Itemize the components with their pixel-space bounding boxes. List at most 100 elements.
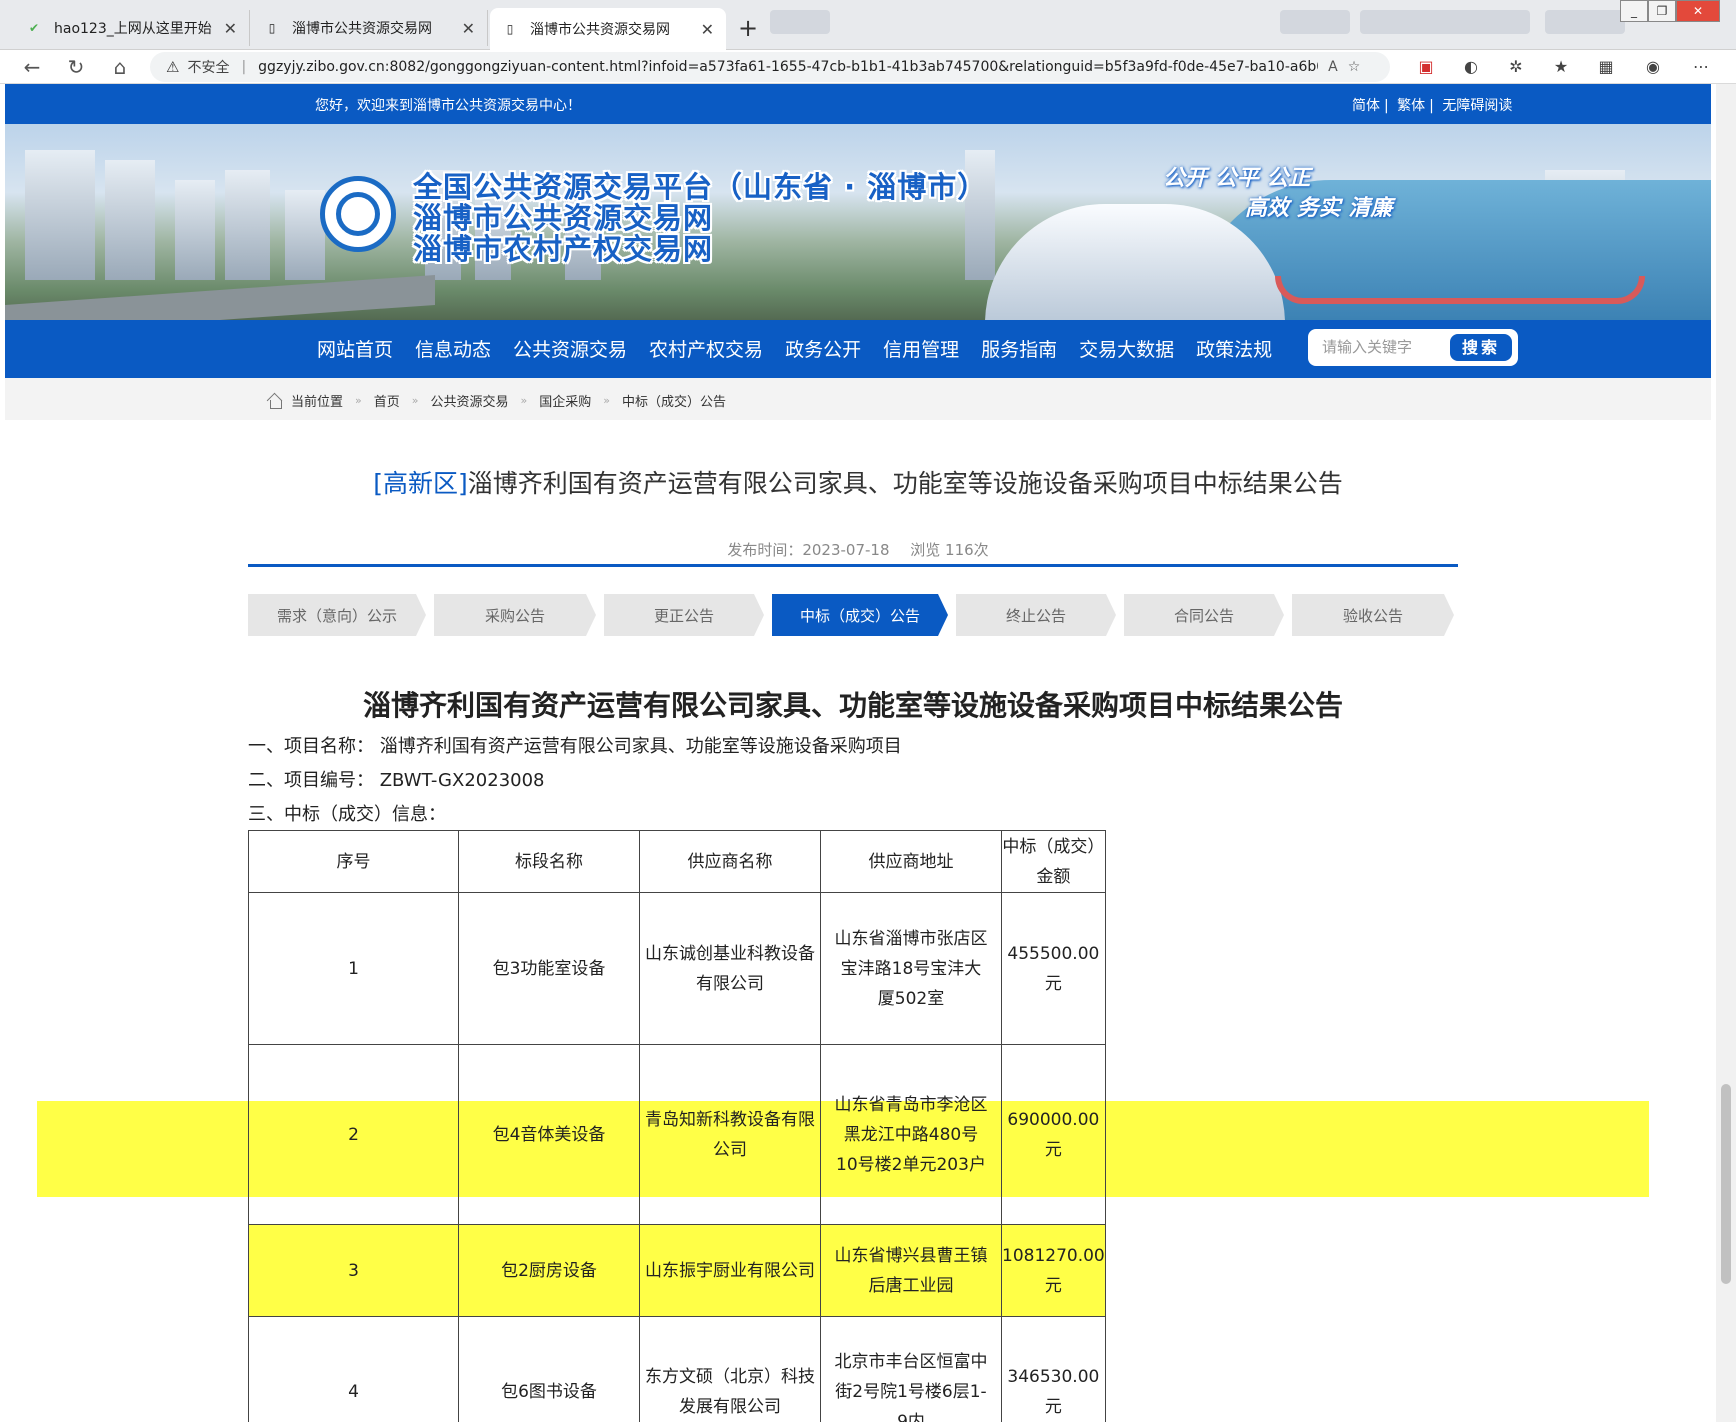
favorite-icon[interactable]: ☆: [1348, 59, 1361, 75]
accessibility-link[interactable]: 无障碍阅读: [1442, 98, 1512, 114]
cell-supplier: 青岛知新科教设备有限公司: [639, 1044, 821, 1225]
warning-icon: ⚠: [166, 58, 180, 76]
breadcrumb-public-resource[interactable]: 公共资源交易: [431, 391, 509, 410]
table-row: 4 包6图书设备 东方文硕（北京）科技发展有限公司 北京市丰台区恒富中街2号院1…: [248, 1316, 1106, 1422]
window-controls: _ ❐ ✕: [1620, 0, 1720, 22]
site-title-2: 淄博市公共资源交易网: [413, 201, 714, 235]
maximize-button[interactable]: ❐: [1648, 0, 1676, 22]
home-icon[interactable]: ⌂: [106, 54, 134, 80]
col-header-no: 序号: [248, 830, 459, 893]
close-icon[interactable]: ✕: [462, 19, 475, 38]
step-correction-notice[interactable]: 更正公告: [604, 594, 764, 636]
scrollbar-thumb[interactable]: [1721, 1084, 1731, 1284]
banner-building: [225, 170, 270, 280]
site-logo-icon[interactable]: [320, 176, 396, 252]
cell-address: 北京市丰台区恒富中街2号院1号楼6层1-9内: [820, 1316, 1002, 1422]
close-window-button[interactable]: ✕: [1676, 0, 1720, 22]
search-input[interactable]: [1322, 335, 1432, 359]
breadcrumb-soe-procurement[interactable]: 国企采购: [539, 391, 591, 410]
url-box[interactable]: ⚠ 不安全 | ggzyjy.zibo.gov.cn:8082/gonggong…: [150, 52, 1390, 82]
cell-no: 1: [248, 892, 459, 1045]
site-titles: 全国公共资源交易平台（山东省 · 淄博市） 淄博市公共资源交易网 淄博市农村产权…: [413, 172, 987, 265]
nav-policy[interactable]: 政策法规: [1196, 335, 1272, 362]
chevron-icon: »: [411, 394, 419, 407]
page-title-text: 淄博齐利国有资产运营有限公司家具、功能室等设施设备采购项目中标结果公告: [467, 469, 1343, 498]
nav-gov-affairs[interactable]: 政务公开: [785, 335, 861, 362]
step-demand-notice[interactable]: 需求（意向）公示: [248, 594, 426, 636]
step-award-notice[interactable]: 中标（成交）公告: [772, 594, 948, 636]
cell-address: 山东省博兴县曹王镇后唐工业园: [820, 1224, 1002, 1317]
extension-icon[interactable]: ◐: [1460, 56, 1482, 78]
blurred-area: [1280, 10, 1350, 34]
pdf-icon[interactable]: ▣: [1415, 56, 1437, 78]
cell-amount: 690000.00元: [1001, 1044, 1106, 1225]
col-header-address: 供应商地址: [820, 830, 1002, 893]
collections-icon[interactable]: ▦: [1595, 56, 1617, 78]
nav-public-resource[interactable]: 公共资源交易: [513, 335, 627, 362]
lang-traditional-link[interactable]: 繁体: [1397, 98, 1425, 114]
nav-rural-property[interactable]: 农村产权交易: [649, 335, 763, 362]
nav-home[interactable]: 网站首页: [317, 335, 393, 362]
cell-amount: 346530.00元: [1001, 1316, 1106, 1422]
address-bar-row: ← ↻ ⌂ ⚠ 不安全 | ggzyjy.zibo.gov.cn:8082/go…: [0, 50, 1736, 84]
award-info-heading: 三、中标（成交）信息：: [248, 804, 446, 825]
favorites-icon[interactable]: ★: [1550, 56, 1572, 78]
step-acceptance-notice[interactable]: 验收公告: [1292, 594, 1454, 636]
step-contract-notice[interactable]: 合同公告: [1124, 594, 1284, 636]
cell-lot: 包6图书设备: [458, 1316, 640, 1422]
breadcrumb-home[interactable]: 首页: [374, 391, 400, 410]
cell-supplier: 东方文硕（北京）科技发展有限公司: [639, 1316, 821, 1422]
banner-building: [175, 180, 215, 280]
site-title-3: 淄博市农村产权交易网: [413, 232, 714, 266]
browser-tab-2[interactable]: ▯ 淄博市公共资源交易网 ✕: [252, 10, 488, 46]
nav-service-guide[interactable]: 服务指南: [981, 335, 1057, 362]
tab-label: 淄博市公共资源交易网: [530, 22, 670, 38]
page-icon: ▯: [268, 21, 276, 35]
browser-tab-3-active[interactable]: ▯ 淄博市公共资源交易网 ✕: [490, 8, 726, 50]
avatar[interactable]: ◉: [1642, 56, 1664, 78]
document-meta: 发布时间：2023-07-18 浏览 116次: [5, 539, 1711, 560]
region-tag: [高新区]: [373, 469, 468, 498]
refresh-icon[interactable]: ↻: [62, 54, 90, 80]
minimize-button[interactable]: _: [1620, 0, 1648, 22]
search-button[interactable]: 搜索: [1450, 334, 1512, 361]
home-icon: [267, 393, 285, 409]
cell-lot: 包3功能室设备: [458, 892, 640, 1045]
cell-lot: 包2厨房设备: [458, 1224, 640, 1317]
table-header-row: 序号 标段名称 供应商名称 供应商地址 中标（成交）金额: [248, 830, 1106, 893]
top-strip: 您好，欢迎来到淄博市公共资源交易中心！ 简体 | 繁体 | 无障碍阅读: [5, 84, 1711, 124]
cell-no: 4: [248, 1316, 459, 1422]
chevron-icon: »: [520, 394, 528, 407]
step-termination-notice[interactable]: 终止公告: [956, 594, 1116, 636]
banner-road: [5, 274, 435, 320]
read-aloud-icon[interactable]: A: [1328, 59, 1338, 75]
nav-news[interactable]: 信息动态: [415, 335, 491, 362]
more-icon[interactable]: ⋯: [1690, 56, 1712, 78]
table-row: 2 包4音体美设备 青岛知新科教设备有限公司 山东省青岛市李沧区黑龙江中路480…: [248, 1044, 1106, 1225]
close-icon[interactable]: ✕: [701, 20, 714, 39]
breadcrumb-label: 当前位置: [291, 395, 344, 410]
page-scrollbar[interactable]: [1716, 84, 1736, 1422]
close-icon[interactable]: ✕: [224, 19, 237, 38]
new-tab-button[interactable]: +: [733, 14, 763, 44]
step-procurement-notice[interactable]: 采购公告: [434, 594, 596, 636]
banner-slogan-1: 公开 公平 公正: [1163, 166, 1311, 191]
browser-tab-1[interactable]: ✔ hao123_上网从这里开始 ✕: [14, 10, 250, 46]
site-title-1: 全国公共资源交易平台（山东省 · 淄博市）: [413, 170, 988, 204]
cell-supplier: 山东振宇厨业有限公司: [639, 1224, 821, 1317]
lang-simplified-link[interactable]: 简体: [1352, 98, 1380, 114]
puzzle-icon[interactable]: ✲: [1505, 56, 1527, 78]
breadcrumb-award-notice[interactable]: 中标（成交）公告: [622, 391, 726, 410]
site-banner: 全国公共资源交易平台（山东省 · 淄博市） 淄博市公共资源交易网 淄博市农村产权…: [5, 124, 1711, 320]
col-header-lot: 标段名称: [458, 830, 640, 893]
cell-address: 山东省淄博市张店区宝沣路18号宝沣大厦502室: [820, 892, 1002, 1045]
nav-credit[interactable]: 信用管理: [883, 335, 959, 362]
view-count: 浏览 116次: [910, 541, 989, 559]
nav-big-data[interactable]: 交易大数据: [1079, 335, 1174, 362]
url-text[interactable]: ggzyjy.zibo.gov.cn:8082/gonggongziyuan-c…: [258, 59, 1318, 75]
hao123-icon: ✔: [28, 21, 40, 35]
back-icon[interactable]: ←: [18, 54, 46, 80]
banner-slogan-2: 高效 务实 清廉: [1245, 196, 1393, 221]
blurred-area: [1360, 10, 1530, 34]
page-icon: ▯: [506, 22, 514, 36]
